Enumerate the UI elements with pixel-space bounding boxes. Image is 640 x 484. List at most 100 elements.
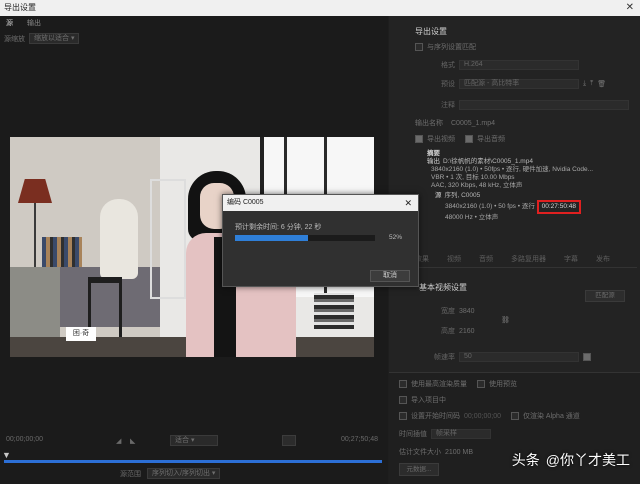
preset-row: 预设 匹配源 - 高比特率 ⤓ ⤒ 🗑 [415,79,606,89]
tab-output[interactable]: 输出 [27,18,41,30]
link-dimensions-icon[interactable]: ⛓ [501,316,510,324]
export-video-label: 导出视频 [427,136,455,143]
source-range-dropdown[interactable]: 序列切入/序列切出 ▾ [147,468,221,479]
summary-heading: 摘要 [427,150,440,157]
time-interpolation-label: 时间插值 [399,431,427,438]
tab-publish[interactable]: 发布 [596,254,610,264]
summary-output-line: AAC, 320 Kbps, 48 kHz, 立体声 [431,182,523,189]
summary-source-line: 3840x2160 (1.0) • 50 fps • 逐行 [445,203,535,210]
cancel-button[interactable]: 取消 [370,270,410,282]
close-icon[interactable]: ✕ [404,195,412,211]
timeline-bar[interactable] [4,460,382,463]
render-alpha-label: 仅渲染 Alpha 通道 [522,413,580,420]
tab-source[interactable]: 源 [6,18,13,30]
preview-bust [100,199,138,279]
width-label: 宽度 [441,308,455,315]
save-preset-icon[interactable]: ⤓ [583,80,586,88]
render-alpha-checkbox[interactable] [510,412,519,420]
timecode-start[interactable]: 00;00;00;00 [6,436,43,443]
comments-input[interactable] [459,100,629,110]
watermark-handle: @你丫才美工 [545,452,630,468]
preview-books-right [314,293,354,329]
start-timecode-row: 设置开始时间码 00;00;00;00 仅渲染 Alpha 通道 [399,411,580,421]
height-label: 高度 [441,328,455,335]
settings-tabs: 效果 视频 音频 多路复用器 字幕 发布 [415,254,610,264]
tab-multiplexer[interactable]: 多路复用器 [511,254,546,264]
window-titlebar: 导出设置 ✕ [0,0,640,16]
height-value[interactable]: 2160 [459,328,475,335]
format-dropdown[interactable]: H.264 [459,60,579,70]
output-name-value[interactable]: C0005_1.mp4 [451,120,495,127]
frame-rate-row: 帧速率 50 [415,352,591,362]
tab-audio[interactable]: 音频 [479,254,493,264]
max-render-quality-checkbox[interactable] [399,380,407,388]
set-in-point-icon[interactable]: ◢ [116,437,124,445]
format-row: 格式 H.264 [415,60,579,70]
preset-dropdown[interactable]: 匹配源 - 高比特率 [459,79,579,89]
watermark: 头条 @你丫才美工 [512,450,630,470]
set-out-point-icon[interactable]: ◣ [130,437,135,445]
summary-output-line: D:\徐帆帆的素材\C0005_1.mp4 [443,158,533,165]
width-row: 宽度 3840 [415,306,475,316]
preview-tag: 困·奇 [66,327,96,341]
summary-output-line: VBR • 1 次, 目标 10.00 Mbps [431,174,515,181]
start-timecode-value[interactable]: 00;00;00;00 [464,413,501,420]
comments-row: 注释 [415,100,629,110]
source-scaling-row: 源缩放 缩放以适合 ▾ [4,33,80,44]
preview-books [42,237,82,267]
match-source-button[interactable]: 匹配源 [585,290,625,302]
import-project-label: 导入项目中 [411,397,446,404]
time-interpolation-row: 时间插值 帧采样 [399,429,491,439]
close-icon[interactable]: ✕ [626,0,634,16]
export-video-checkbox[interactable] [415,135,423,143]
video-section-title: 基本视频设置 [419,283,467,292]
frame-rate-checkbox[interactable] [583,353,591,361]
fit-dropdown[interactable]: 适合 ▾ [170,435,218,446]
frame-rate-value: 50 [464,353,472,360]
remaining-time: 预计剩余时间: 6 分钟, 22 秒 [235,224,322,231]
delete-preset-icon[interactable]: 🗑 [597,80,606,88]
metadata-button[interactable]: 元数据... [399,463,439,476]
width-value[interactable]: 3840 [459,308,475,315]
format-label: 格式 [441,62,455,69]
start-timecode-label: 设置开始时间码 [411,413,460,420]
export-audio-checkbox[interactable] [465,135,473,143]
timeline-controls: 00;00;00;00 ◢ ◣ 适合 ▾ 00;27;50;48 [0,434,388,448]
export-settings-title: 导出设置 [415,27,447,36]
comments-label: 注释 [441,102,455,109]
source-range-row: 源范围 序列切入/序列切出 ▾ [120,468,221,479]
time-interpolation-dropdown[interactable]: 帧采样 [431,429,491,439]
start-timecode-checkbox[interactable] [399,412,407,420]
fit-value: 适合 [175,437,189,444]
import-project-checkbox[interactable] [399,396,407,404]
preview-shelf [150,179,186,299]
format-value: H.264 [464,61,483,68]
import-project-row: 导入项目中 [399,395,446,405]
timecode-end: 00;27;50;48 [341,436,378,443]
tab-video[interactable]: 视频 [447,254,461,264]
window-title: 导出设置 [4,3,36,12]
preset-value: 匹配源 - 高比特率 [464,80,520,87]
summary-source-line: 序列, C0005 [444,192,481,199]
render-quality-row: 使用最高渲染质量 使用预览 [399,379,517,389]
summary-source-key: 源 [435,192,442,199]
aspect-ratio-icon[interactable] [282,435,296,446]
import-preset-icon[interactable]: ⤒ [590,80,593,88]
encode-dialog-title: 编码 C0005 [227,199,264,206]
encode-percent: 52% [389,234,403,241]
preview-tabs: 源 输出 [6,18,41,30]
source-scaling-dropdown[interactable]: 缩放以适合 ▾ [29,33,80,44]
summary-output-line: 3840x2160 (1.0) • 50fps • 逐行, 硬件加速, Nvid… [431,166,594,173]
frame-rate-dropdown[interactable]: 50 [459,352,579,362]
export-audio-label: 导出音频 [477,136,505,143]
match-sequence-checkbox[interactable] [415,43,423,51]
max-render-quality-label: 使用最高渲染质量 [411,381,467,388]
use-previews-checkbox[interactable] [477,380,485,388]
summary-output-key: 输出 [427,158,440,165]
encode-progress-fill [235,235,308,241]
playhead-icon[interactable]: ▼ [2,450,11,460]
source-range-label: 源范围 [120,470,141,478]
summary-source-line: 48000 Hz • 立体声 [445,214,499,221]
tab-captions[interactable]: 字幕 [564,254,578,264]
use-previews-label: 使用预览 [489,381,517,388]
